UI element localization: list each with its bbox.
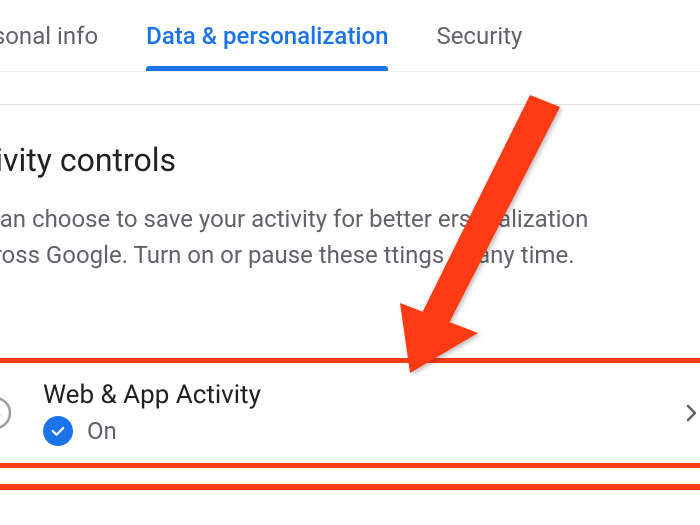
activity-status: On [43,416,261,446]
tabs-bar: ersonal info Data & personalization Secu… [0,0,700,72]
tab-data-personalization[interactable]: Data & personalization [122,0,412,71]
activity-content: Web & App Activity On [43,380,261,446]
web-app-activity-row[interactable]: Web & App Activity On [0,358,700,468]
chevron-right-icon [679,401,700,425]
checkmark-icon [43,416,73,446]
tab-security[interactable]: Security [412,0,546,71]
clock-icon [0,393,15,433]
status-text: On [87,417,117,445]
section-title: ctivity controls [0,141,700,179]
tab-label: Data & personalization [146,22,388,50]
tab-label: Security [436,22,522,50]
activity-title: Web & App Activity [43,380,261,410]
section-description: u can choose to save your activity for b… [0,201,628,273]
tab-personal-info[interactable]: ersonal info [0,0,122,71]
highlight-bar [0,484,700,490]
activity-controls-section: ctivity controls u can choose to save yo… [0,105,700,273]
tab-label: ersonal info [0,22,98,50]
